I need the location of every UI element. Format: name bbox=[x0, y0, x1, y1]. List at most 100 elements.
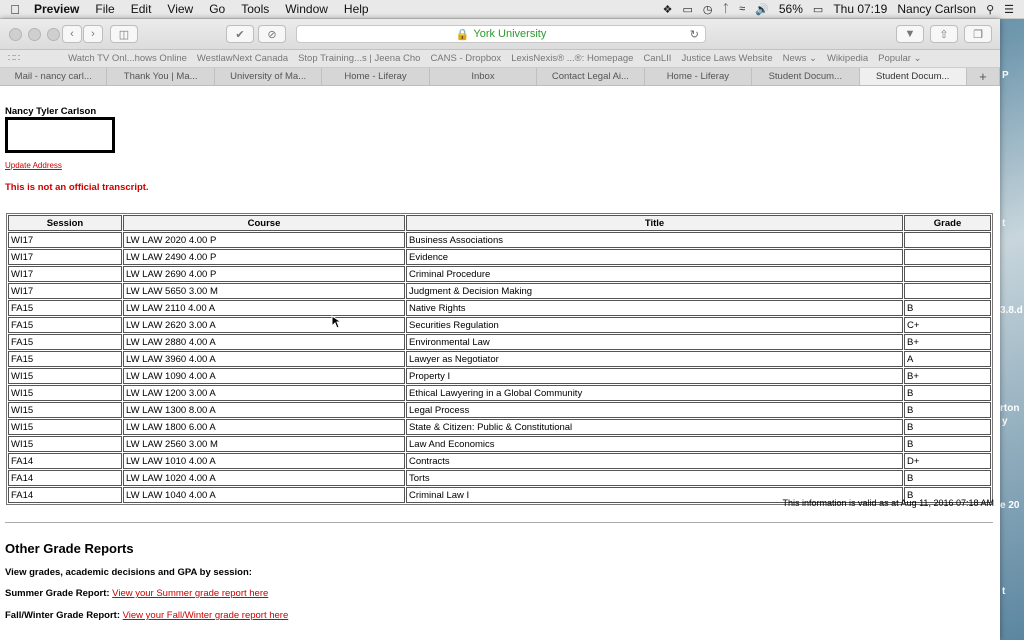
notification-center-icon[interactable]: ☰ bbox=[1004, 3, 1014, 16]
bookmark-item[interactable]: CANS - Dropbox bbox=[425, 53, 506, 64]
menu-app-name[interactable]: Preview bbox=[30, 2, 87, 16]
block-icon: ⊘ bbox=[267, 28, 277, 41]
volume-icon[interactable]: 🔊 bbox=[755, 3, 769, 16]
other-reports-heading: Other Grade Reports bbox=[5, 541, 134, 556]
cell-course: LW LAW 1020 4.00 A bbox=[123, 470, 405, 486]
table-row: WI15 LW LAW 1090 4.00 A Property I B+ bbox=[8, 368, 991, 384]
forward-button[interactable]: › bbox=[83, 25, 103, 43]
cell-grade: B bbox=[904, 436, 991, 452]
share-button[interactable]: ⇧ bbox=[930, 25, 958, 43]
browser-window: ‹ › ◫ ✔ ⊘ 🔒 York University ↻ ▼ ⇧ ❐ ∷∷ W… bbox=[0, 19, 1000, 640]
bluetooth-icon[interactable]: ᛏ bbox=[723, 3, 730, 15]
menu-edit[interactable]: Edit bbox=[123, 2, 160, 16]
cell-session: WI17 bbox=[8, 266, 122, 282]
table-row: WI15 LW LAW 1800 6.00 A State & Citizen: P… bbox=[8, 419, 991, 435]
grades-table-body: WI17 LW LAW 2020 4.00 P Business Associati… bbox=[8, 232, 991, 503]
dropbox-icon[interactable]: ❖ bbox=[663, 3, 673, 16]
menu-window[interactable]: Window bbox=[277, 2, 336, 16]
cell-grade bbox=[904, 266, 991, 282]
table-row: FA15 LW LAW 2110 4.00 A Native Rights B bbox=[8, 300, 991, 316]
reload-icon[interactable]: ↻ bbox=[690, 28, 699, 41]
tab-overview-button[interactable]: ❐ bbox=[964, 25, 992, 43]
browser-tab[interactable]: Inbox bbox=[430, 68, 538, 85]
fallwinter-report-label: Fall/Winter Grade Report: bbox=[5, 610, 120, 621]
cell-session: WI17 bbox=[8, 232, 122, 248]
menu-help[interactable]: Help bbox=[336, 2, 377, 16]
downloads-button[interactable]: ▼ bbox=[896, 25, 924, 43]
browser-tab[interactable]: Home - Liferay bbox=[645, 68, 753, 85]
cell-grade: B+ bbox=[904, 334, 991, 350]
transcript-disclaimer: This is not an official transcript. bbox=[5, 182, 149, 193]
wifi-icon[interactable]: ≈ bbox=[739, 3, 745, 15]
bookmark-item[interactable]: Watch TV Onl...hows Online bbox=[28, 53, 192, 64]
cell-session: WI15 bbox=[8, 419, 122, 435]
checkmark-icon: ✔ bbox=[235, 28, 245, 41]
tabs-icon: ❐ bbox=[973, 28, 983, 41]
minimize-window-button[interactable] bbox=[28, 27, 41, 41]
browser-tab[interactable]: Home - Liferay bbox=[322, 68, 430, 85]
clock[interactable]: Thu 07:19 bbox=[833, 2, 887, 16]
cell-course: LW LAW 2560 3.00 M bbox=[123, 436, 405, 452]
apple-icon[interactable]:  bbox=[0, 2, 30, 17]
validity-note: This information is valid as at Aug 11, … bbox=[782, 498, 994, 508]
browser-tab[interactable]: Contact Legal Ai... bbox=[537, 68, 645, 85]
browser-tab[interactable]: University of Ma... bbox=[215, 68, 323, 85]
bookmark-item[interactable]: Stop Training...s | Jeena Cho bbox=[293, 53, 425, 64]
battery-percent[interactable]: 56% bbox=[779, 2, 803, 16]
cell-title: Property I bbox=[406, 368, 903, 384]
airplay-icon[interactable]: ▭ bbox=[683, 3, 693, 16]
cell-grade: C+ bbox=[904, 317, 991, 333]
cell-grade: B bbox=[904, 300, 991, 316]
new-tab-button[interactable]: + bbox=[967, 68, 1000, 85]
menu-go[interactable]: Go bbox=[201, 2, 233, 16]
menu-view[interactable]: View bbox=[159, 2, 201, 16]
address-bar[interactable]: 🔒 York University ↻ bbox=[296, 25, 706, 43]
bookmark-item[interactable]: Popular ⌄ bbox=[873, 53, 926, 64]
bookmark-item[interactable]: Justice Laws Website bbox=[676, 53, 777, 64]
cell-grade: B bbox=[904, 419, 991, 435]
battery-icon[interactable]: ▭ bbox=[813, 3, 823, 16]
browser-tab[interactable]: Thank You | Ma... bbox=[107, 68, 215, 85]
sidebar-button[interactable]: ◫ bbox=[110, 25, 138, 43]
checkmark-button[interactable]: ✔ bbox=[226, 25, 254, 43]
bookmark-item[interactable]: News ⌄ bbox=[778, 53, 822, 64]
block-button[interactable]: ⊘ bbox=[258, 25, 286, 43]
cell-session: FA14 bbox=[8, 470, 122, 486]
time-machine-icon[interactable]: ◷ bbox=[703, 3, 713, 16]
table-header-row: Session Course Title Grade bbox=[8, 215, 991, 231]
bookmark-item[interactable]: LexisNexis® ...®: Homepage bbox=[506, 53, 638, 64]
back-button[interactable]: ‹ bbox=[62, 25, 82, 43]
table-row: FA15 LW LAW 2880 4.00 A Environmental Law B… bbox=[8, 334, 991, 350]
cell-title: Ethical Lawyering in a Global Community bbox=[406, 385, 903, 401]
cell-session: WI15 bbox=[8, 385, 122, 401]
cell-session: WI17 bbox=[8, 249, 122, 265]
bookmark-item[interactable]: CanLII bbox=[638, 53, 676, 64]
close-window-button[interactable] bbox=[9, 27, 22, 41]
user-name[interactable]: Nancy Carlson bbox=[897, 2, 976, 16]
update-address-link[interactable]: Update Address bbox=[5, 161, 62, 170]
cell-course: LW LAW 5650 3.00 M bbox=[123, 283, 405, 299]
menu-tools[interactable]: Tools bbox=[233, 2, 277, 16]
download-icon: ▼ bbox=[904, 28, 916, 40]
table-row: WI15 LW LAW 1300 8.00 A Legal Process B bbox=[8, 402, 991, 418]
menu-file[interactable]: File bbox=[87, 2, 122, 16]
browser-tab-active[interactable]: Student Docum... bbox=[859, 68, 967, 85]
bookmark-item[interactable]: Wikipedia bbox=[822, 53, 873, 64]
apps-grid-icon[interactable]: ∷∷ bbox=[0, 53, 28, 64]
fallwinter-report-link[interactable]: View your Fall/Winter grade report here bbox=[123, 610, 289, 621]
bookmarks-bar: ∷∷ Watch TV Onl...hows Online WestlawNex… bbox=[0, 50, 1000, 68]
summer-report-link[interactable]: View your Summer grade report here bbox=[112, 588, 268, 599]
cell-course: LW LAW 1800 6.00 A bbox=[123, 419, 405, 435]
cell-session: FA14 bbox=[8, 453, 122, 469]
browser-tab[interactable]: Mail - nancy carl... bbox=[0, 68, 108, 85]
desktop-icon-label: P bbox=[1002, 70, 1009, 81]
window-controls bbox=[0, 27, 60, 41]
browser-tab[interactable]: Student Docum... bbox=[752, 68, 860, 85]
summer-report-line: Summer Grade Report: View your Summer gr… bbox=[5, 588, 268, 599]
cell-grade bbox=[904, 249, 991, 265]
browser-toolbar: ‹ › ◫ ✔ ⊘ 🔒 York University ↻ ▼ ⇧ ❐ bbox=[0, 19, 1000, 50]
desktop-icon-label: 3.8.d bbox=[1000, 305, 1023, 316]
spotlight-search-icon[interactable]: ⚲ bbox=[986, 3, 994, 16]
bookmark-item[interactable]: WestlawNext Canada bbox=[192, 53, 293, 64]
zoom-window-button[interactable] bbox=[47, 27, 60, 41]
